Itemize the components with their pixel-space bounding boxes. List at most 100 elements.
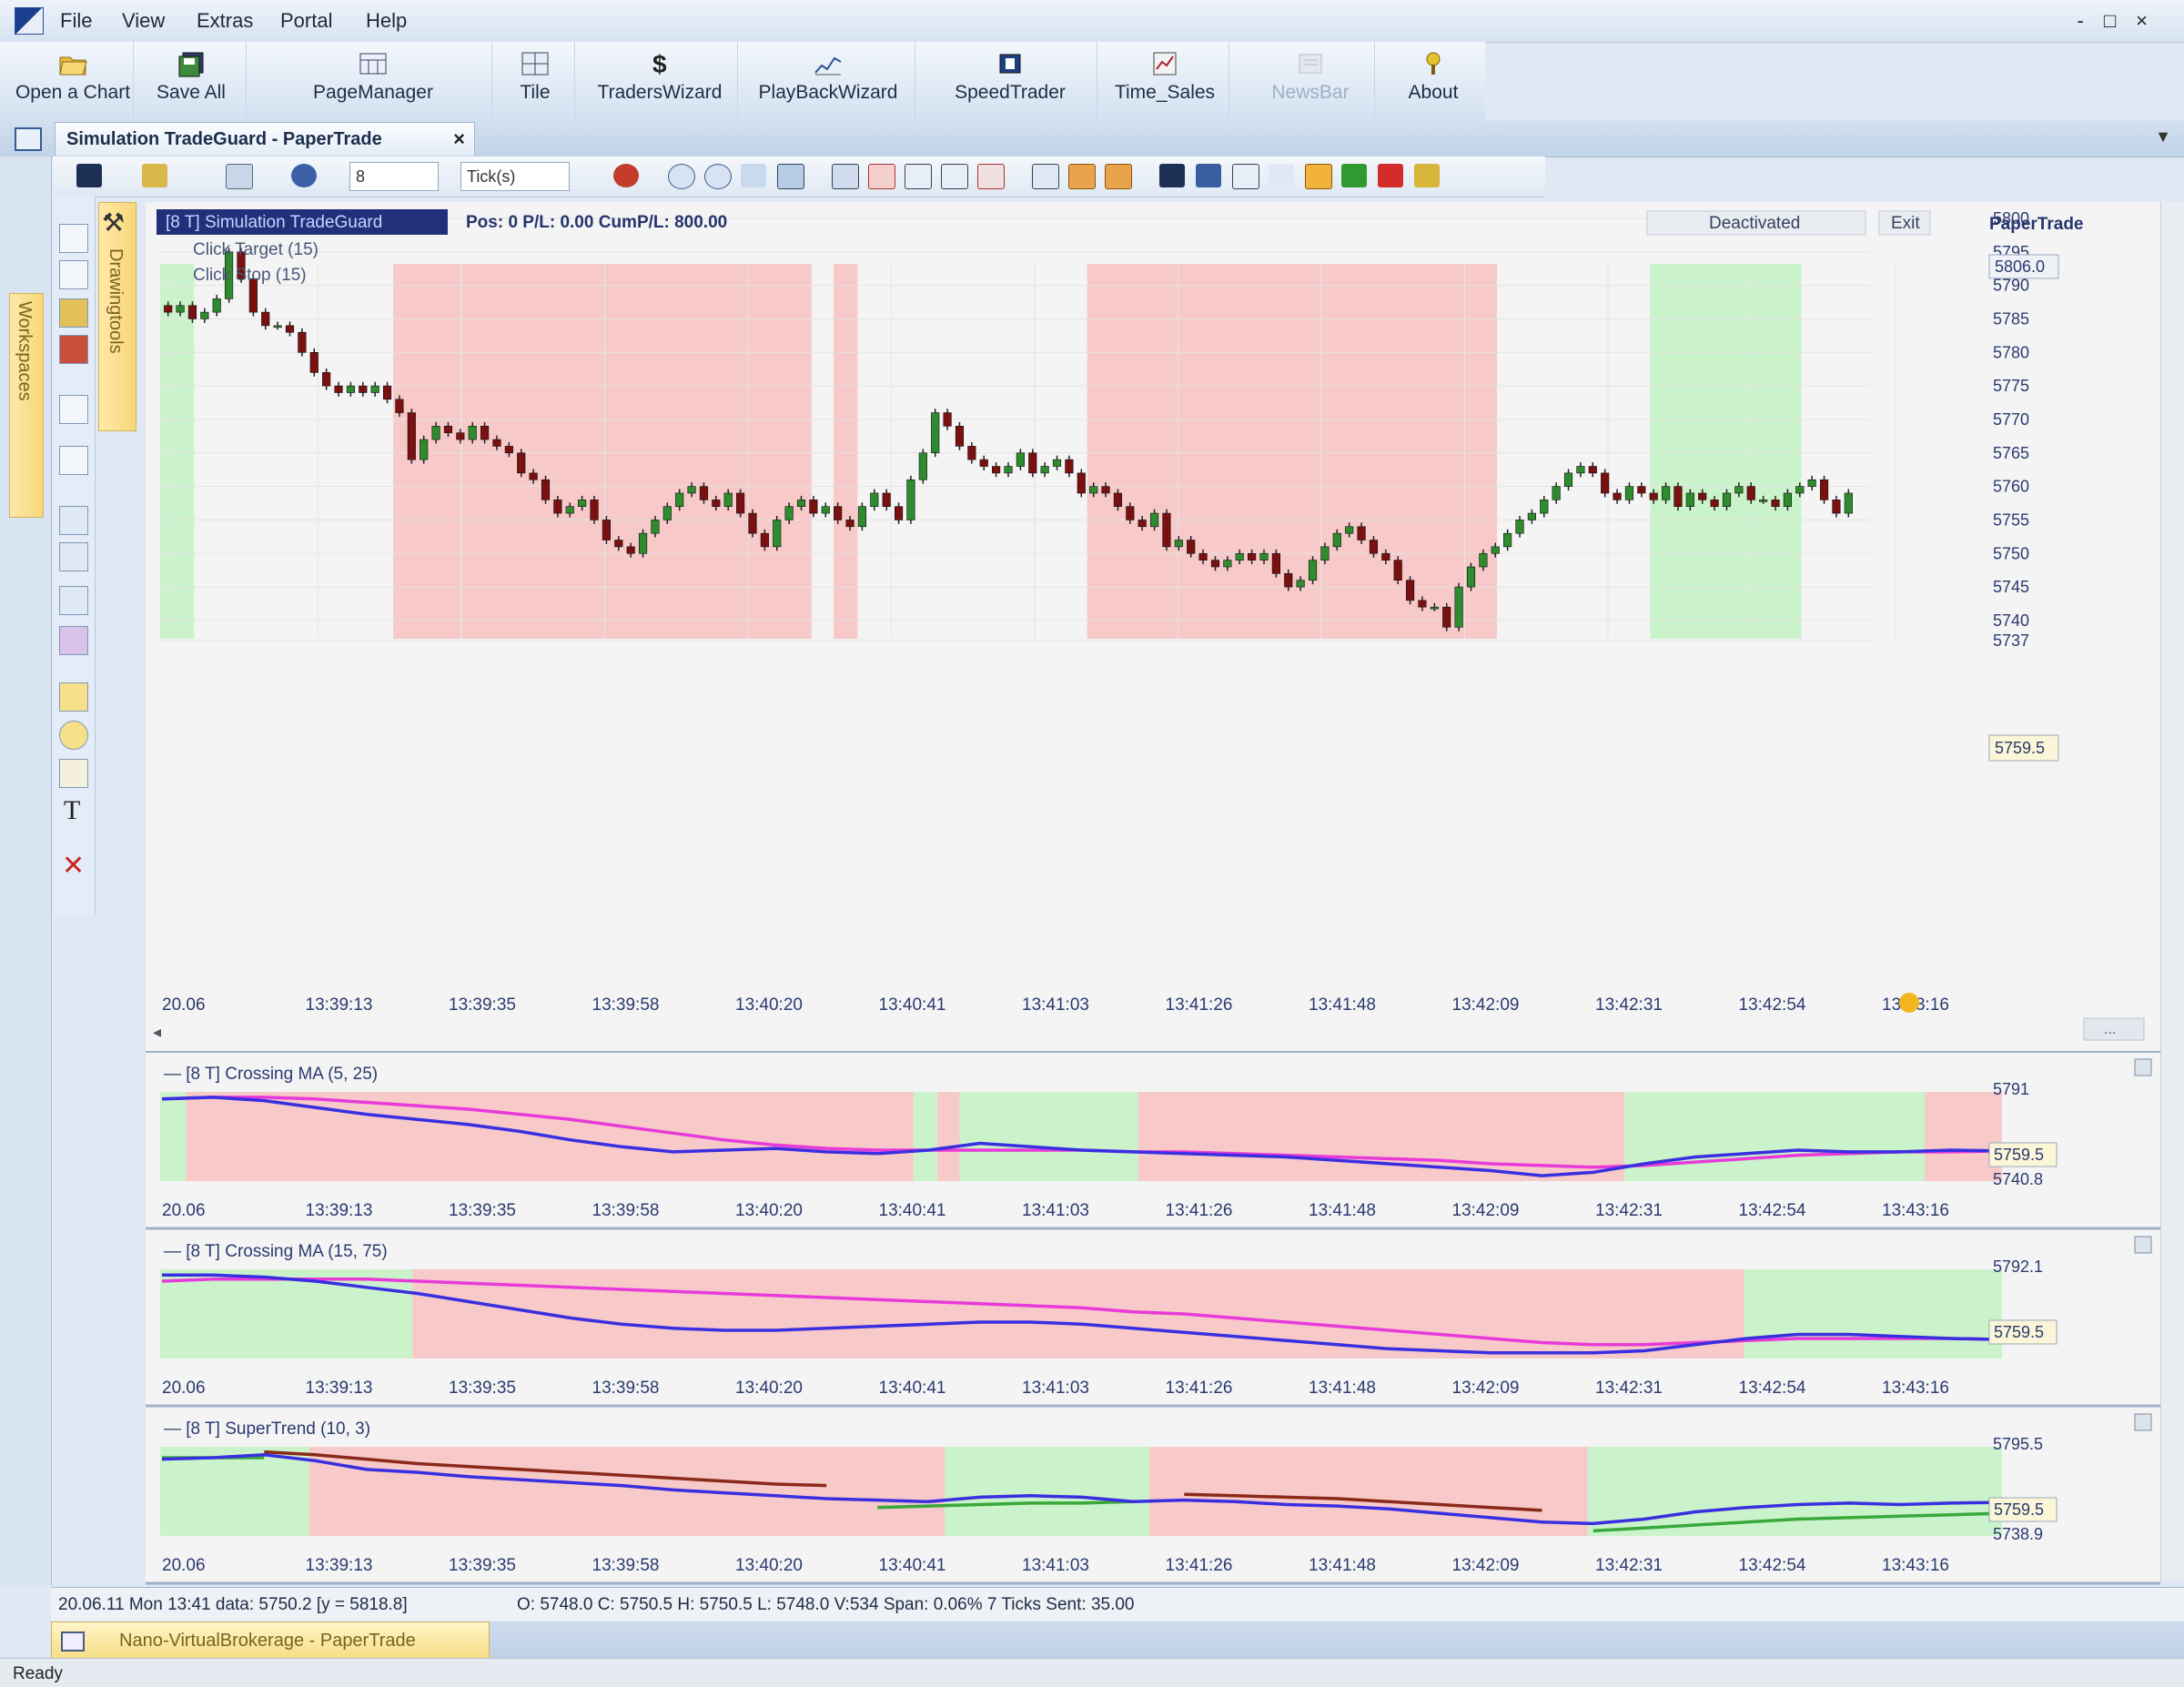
price-chart[interactable]: 5800579557905785578057755770576557605755… — [146, 202, 2160, 1053]
menu-portal[interactable]: Portal — [280, 9, 332, 33]
sell-icon[interactable] — [1378, 164, 1403, 187]
x-tick-label: 13:42:31 — [1595, 995, 1663, 1015]
crosshair-icon[interactable] — [1269, 164, 1294, 187]
fit-chart-icon[interactable] — [777, 164, 804, 189]
candle — [699, 486, 709, 500]
line-tool-icon[interactable] — [59, 224, 88, 253]
close-icon[interactable]: × — [453, 127, 465, 151]
menu-view[interactable]: View — [122, 9, 165, 33]
save-icon[interactable] — [76, 164, 102, 187]
gann-tool-icon[interactable] — [59, 542, 88, 571]
period-value-field[interactable]: 8 — [349, 162, 439, 191]
minimize-button[interactable]: - — [2078, 9, 2104, 32]
indicator-top-label: 5792.1 — [1993, 1258, 2043, 1276]
click-target-label: Click Target (15) — [193, 240, 318, 259]
time-sales-button[interactable]: Time_Sales — [1101, 42, 1229, 118]
live-indicator-icon — [1899, 993, 1919, 1013]
tile-button[interactable]: Tile — [496, 42, 575, 118]
pitchfork-tool-icon[interactable] — [59, 586, 88, 615]
candle — [1601, 472, 1610, 494]
save-all-button[interactable]: Save All — [136, 42, 247, 118]
trend-tool-icon[interactable] — [59, 506, 88, 535]
rectangle-tool-icon[interactable] — [59, 682, 88, 712]
candle — [796, 500, 806, 507]
template-icon[interactable] — [941, 164, 968, 189]
period-icon[interactable] — [291, 164, 317, 187]
order-icon[interactable] — [1196, 164, 1221, 187]
hand-icon[interactable] — [1305, 164, 1332, 189]
period-unit-select[interactable]: Tick(s) — [460, 162, 570, 191]
menu-extras[interactable]: Extras — [197, 9, 253, 33]
trade-icon[interactable] — [1159, 164, 1185, 187]
right-scroll-edge[interactable] — [2160, 202, 2184, 1581]
candle — [1113, 492, 1123, 507]
trophy-icon[interactable] — [1414, 164, 1440, 187]
signal-zone-red — [937, 1092, 960, 1181]
hammer-icon[interactable]: ⚒ — [102, 207, 125, 237]
menu-file[interactable]: File — [60, 9, 92, 33]
pointer-tool-icon[interactable] — [59, 298, 88, 328]
playback-wizard-button[interactable]: PlayBackWizard — [742, 42, 915, 118]
buy-icon[interactable] — [1341, 164, 1367, 187]
candle — [1138, 520, 1147, 528]
candle — [955, 426, 965, 447]
candle — [1563, 472, 1573, 487]
close-button[interactable]: × — [2136, 9, 2168, 32]
chart-trader-icon[interactable] — [1232, 164, 1259, 189]
panel-menu-icon — [2134, 1236, 2152, 1254]
line-chart-icon[interactable] — [1032, 164, 1059, 189]
bar-chart-icon[interactable] — [1105, 164, 1132, 189]
candle — [1552, 486, 1561, 500]
candle — [870, 492, 879, 507]
open-chart-button[interactable]: Open a Chart — [13, 42, 134, 118]
channel-tool-icon[interactable] — [59, 395, 88, 424]
speedtrader-button[interactable]: SpeedTrader — [924, 42, 1097, 118]
x-tick-label: 13:41:03 — [1022, 1379, 1089, 1398]
tab-list-dropdown-icon[interactable]: ▼ — [2155, 127, 2171, 146]
menu-bar: File View Extras Portal Help -□× — [0, 0, 2184, 43]
candle — [1235, 552, 1244, 561]
svg-text:$: $ — [652, 50, 667, 78]
zoom-in-icon[interactable] — [668, 164, 695, 189]
fibonacci-tool-icon[interactable] — [59, 335, 88, 364]
instrument-icon[interactable] — [226, 164, 253, 189]
cycle-tool-icon[interactable] — [59, 626, 88, 655]
about-button[interactable]: About — [1383, 42, 1483, 118]
signal-zone-red — [393, 264, 812, 639]
remove-indicator-icon[interactable] — [905, 164, 932, 189]
workspace-tab[interactable]: Nano-VirtualBrokerage - PaperTrade — [51, 1621, 490, 1660]
workspaces-side-tab[interactable]: Workspaces — [9, 293, 44, 518]
x-tick-label: 13:39:13 — [306, 1556, 373, 1575]
candle — [370, 385, 379, 393]
zoom-out-icon[interactable] — [704, 164, 732, 189]
undo-zoom-icon[interactable] — [741, 164, 766, 187]
open-icon[interactable] — [142, 164, 167, 187]
tab-simulation-tradeguard[interactable]: Simulation TradeGuard - PaperTrade × — [55, 122, 475, 156]
x-tick-label: 13:40:41 — [879, 1556, 946, 1575]
page-manager-button[interactable]: PageManager — [255, 42, 492, 118]
traders-wizard-button[interactable]: $ TradersWizard — [582, 42, 738, 118]
ready-status-bar: Ready — [0, 1658, 2184, 1687]
indicator-panels[interactable]: — [8 T] Crossing MA (5, 25) 5791 5759.5 574… — [146, 1054, 2160, 1587]
scroll-left-icon[interactable]: ◂ — [153, 1023, 161, 1041]
candle — [261, 311, 270, 327]
y-tick-label: 5760 — [1993, 478, 2029, 496]
regression-tool-icon[interactable] — [59, 446, 88, 475]
window-icon — [15, 127, 42, 151]
candle-chart-icon[interactable] — [1068, 164, 1096, 189]
properties-icon[interactable] — [832, 164, 859, 189]
arc-tool-icon[interactable] — [59, 759, 88, 788]
indicator-panel-2: — [8 T] Crossing MA (15, 75) 5792.1 5759.5… — [146, 1231, 2160, 1408]
refresh-icon[interactable] — [613, 164, 639, 187]
candle — [322, 372, 331, 387]
ray-tool-icon[interactable] — [59, 260, 88, 289]
ellipse-tool-icon[interactable] — [59, 721, 88, 750]
strategy-icon[interactable] — [977, 164, 1005, 189]
indicator-icon[interactable] — [868, 164, 895, 189]
menu-help[interactable]: Help — [366, 9, 407, 33]
maximize-button[interactable]: □ — [2104, 9, 2136, 32]
document-tab-bar: Simulation TradeGuard - PaperTrade × ▼ — [0, 120, 2184, 157]
delete-drawings-icon[interactable]: ✕ — [62, 850, 85, 882]
y-tick-label: 5740 — [1993, 611, 2029, 630]
text-tool-icon[interactable]: T — [64, 795, 80, 826]
